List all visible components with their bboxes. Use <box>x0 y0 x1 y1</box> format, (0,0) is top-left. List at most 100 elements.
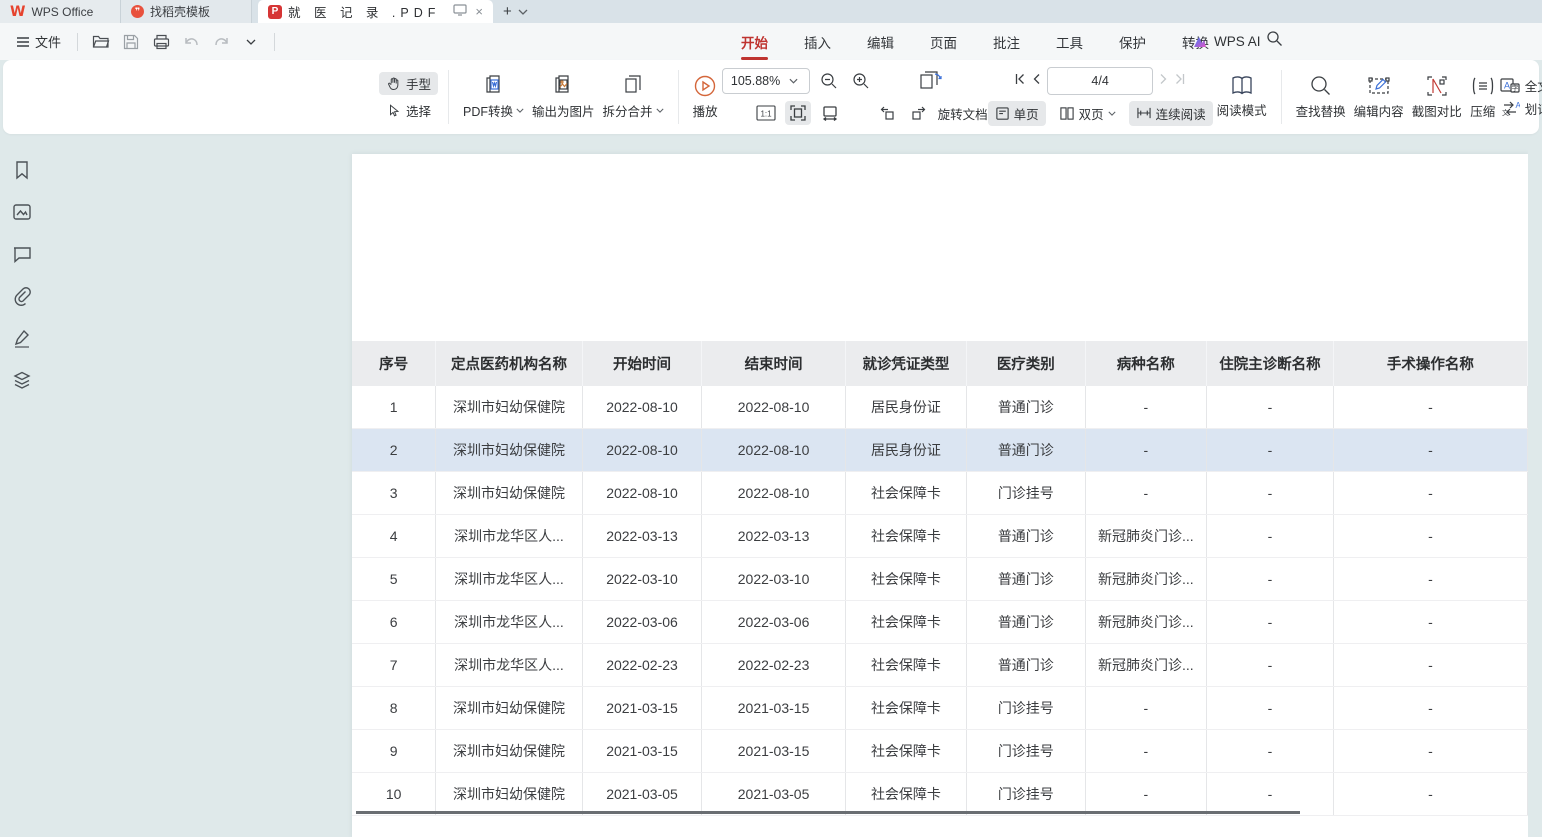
edit-content-button[interactable]: 编辑内容 <box>1350 72 1408 122</box>
table-cell: - <box>1207 601 1334 644</box>
play-icon <box>693 74 717 98</box>
table-cell: 2022-03-10 <box>702 558 845 601</box>
monitor-icon[interactable] <box>453 4 467 19</box>
svg-text:A: A <box>1515 101 1520 110</box>
rotate-doc-button[interactable]: 旋转文档 <box>938 104 988 123</box>
single-page-button[interactable]: 单页 <box>988 101 1046 126</box>
fit-page-button[interactable] <box>817 101 843 125</box>
table-cell: 深圳市龙华区人... <box>436 644 582 687</box>
table-row: 6深圳市龙华区人...2022-03-062022-03-06社会保障卡普通门诊… <box>352 601 1528 644</box>
svg-text:A: A <box>1504 81 1510 91</box>
prev-page-button[interactable] <box>1032 72 1041 90</box>
column-header: 结束时间 <box>702 341 845 386</box>
first-page-button[interactable] <box>1014 72 1026 90</box>
vertical-scrollbar-track[interactable] <box>1528 137 1542 837</box>
bookmark-icon[interactable] <box>11 159 33 181</box>
table-cell: 门诊挂号 <box>967 730 1085 773</box>
table-cell: 社会保障卡 <box>845 601 966 644</box>
continuous-read-button[interactable]: 连续阅读 <box>1129 101 1213 126</box>
fit-page-icon <box>821 104 839 122</box>
menu-item-2[interactable]: 编辑 <box>861 30 900 54</box>
comment-icon[interactable] <box>11 243 33 265</box>
full-translate-button[interactable]: A字 全文翻译 <box>1500 76 1542 95</box>
hand-tool-button[interactable]: 手型 <box>379 72 438 95</box>
double-page-button[interactable]: 双页 <box>1052 101 1123 126</box>
table-row: 4深圳市龙华区人...2022-03-132022-03-13社会保障卡普通门诊… <box>352 515 1528 558</box>
table-cell: - <box>1333 558 1527 601</box>
next-page-button[interactable] <box>1159 72 1168 90</box>
rotate-left-button[interactable] <box>874 101 900 125</box>
edit-content-label: 编辑内容 <box>1354 101 1404 120</box>
thumbnail-icon[interactable] <box>11 201 33 223</box>
select-tool-button[interactable]: 选择 <box>379 99 438 122</box>
pdf-convert-button[interactable]: PDF转换 <box>459 72 528 122</box>
page-number-input[interactable] <box>1047 67 1153 95</box>
table-cell: - <box>1207 730 1334 773</box>
menu-item-0[interactable]: 开始 <box>735 30 774 54</box>
export-image-icon <box>551 74 575 98</box>
menu-item-5[interactable]: 工具 <box>1050 30 1089 54</box>
close-tab-icon[interactable]: × <box>475 4 483 19</box>
tab-list-chevron-icon[interactable] <box>518 9 528 15</box>
zoom-level-input[interactable] <box>723 73 789 89</box>
last-page-button[interactable] <box>1174 72 1186 90</box>
screenshot-compare-button[interactable]: 截图对比 <box>1408 72 1466 122</box>
split-merge-button[interactable]: 拆分合并 <box>599 72 668 122</box>
undo-button[interactable] <box>178 30 204 54</box>
open-file-button[interactable] <box>88 30 114 54</box>
table-cell: 2021-03-15 <box>702 730 845 773</box>
play-button[interactable]: 播放 <box>689 72 722 122</box>
read-mode-button[interactable]: 阅读模式 <box>1213 73 1271 121</box>
compress-button[interactable]: 压缩 <box>1466 72 1500 122</box>
find-replace-button[interactable]: 查找替换 <box>1292 72 1350 122</box>
hand-icon <box>386 76 401 91</box>
table-cell: - <box>1207 687 1334 730</box>
layers-icon[interactable] <box>11 369 33 391</box>
menu-search-button[interactable] <box>1266 30 1283 52</box>
fit-width-button[interactable] <box>785 101 811 125</box>
export-image-button[interactable]: 输出为图片 <box>528 72 599 122</box>
menu-item-6[interactable]: 保护 <box>1113 30 1152 54</box>
table-cell: 社会保障卡 <box>845 730 966 773</box>
table-cell: 2022-08-10 <box>582 472 702 515</box>
zoom-in-button[interactable] <box>848 69 874 93</box>
tab-wps-office[interactable]: W WPS Office <box>0 0 121 23</box>
compress-icon <box>1470 74 1496 98</box>
menu-item-4[interactable]: 批注 <box>987 30 1026 54</box>
table-cell: 社会保障卡 <box>845 558 966 601</box>
table-cell: 1 <box>352 386 436 429</box>
print-button[interactable] <box>148 30 174 54</box>
document-workspace: 序号定点医药机构名称开始时间结束时间就诊凭证类型医疗类别病种名称住院主诊断名称手… <box>0 137 1542 837</box>
rotate-pages-icon[interactable] <box>918 70 944 92</box>
table-cell: 社会保障卡 <box>845 773 966 816</box>
signature-icon[interactable] <box>11 327 33 349</box>
table-cell: - <box>1207 386 1334 429</box>
file-menu-button[interactable]: 文件 <box>10 28 67 55</box>
ribbon-menu: 开始插入编辑页面批注工具保护转换 <box>735 23 1215 60</box>
zoom-in-icon <box>852 72 870 90</box>
tab-docer-templates[interactable]: ❞ 找稻壳模板 <box>121 0 252 23</box>
zoom-out-button[interactable] <box>816 69 842 93</box>
save-button[interactable] <box>118 30 144 54</box>
rotate-right-button[interactable] <box>906 101 932 125</box>
table-row: 7深圳市龙华区人...2022-02-232022-02-23社会保障卡普通门诊… <box>352 644 1528 687</box>
wps-ai-button[interactable]: WPS AI <box>1192 23 1261 60</box>
actual-size-button[interactable]: 1:1 <box>753 101 779 125</box>
zoom-level-control[interactable] <box>722 68 810 94</box>
table-cell: 2021-03-05 <box>582 773 702 816</box>
table-cell: 2022-08-10 <box>702 472 845 515</box>
quick-tools-chevron[interactable] <box>238 30 264 54</box>
column-header: 住院主诊断名称 <box>1207 341 1334 386</box>
attachment-icon[interactable] <box>11 285 33 307</box>
pdf-page[interactable]: 序号定点医药机构名称开始时间结束时间就诊凭证类型医疗类别病种名称住院主诊断名称手… <box>352 154 1528 837</box>
menu-item-1[interactable]: 插入 <box>798 30 837 54</box>
new-tab-icon[interactable]: + <box>503 3 512 20</box>
table-cell: 深圳市龙华区人... <box>436 601 582 644</box>
menu-item-3[interactable]: 页面 <box>924 30 963 54</box>
tab-document-active[interactable]: P 就 医 记 录 .PDF × <box>258 0 493 23</box>
rotate-left-icon <box>878 105 896 121</box>
word-translate-button[interactable]: A文 划词翻译 <box>1500 99 1542 118</box>
chevron-down-icon[interactable] <box>789 78 798 84</box>
redo-button[interactable] <box>208 30 234 54</box>
fit-width-icon <box>789 104 807 122</box>
